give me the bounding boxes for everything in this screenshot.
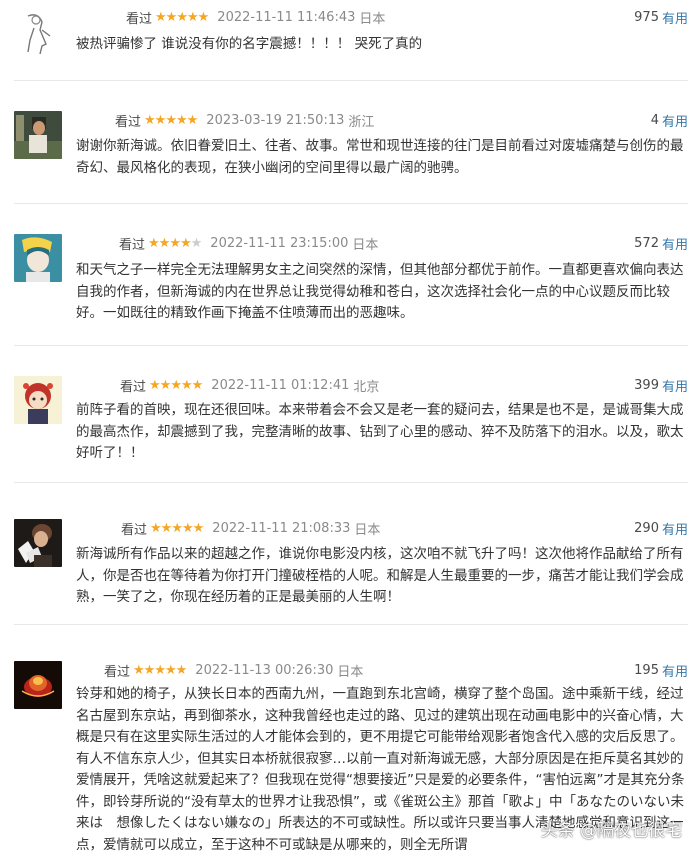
avatar[interactable] (14, 661, 62, 709)
review-item: 看过 ★★★★★ 2023-03-19 21:50:13 浙江 4 有用 谢谢你… (0, 111, 700, 191)
useful-button[interactable]: 有用 (662, 111, 688, 130)
watch-status: 看过 (115, 114, 142, 130)
review-location: 浙江 (348, 114, 375, 130)
review-location: 日本 (337, 664, 364, 680)
review-content: 和天气之子一样完全无法理解男女主之间突然的深情，但其他部分都优于前作。一直都更喜… (76, 262, 684, 321)
review-item: 看过 ★★★★★ 2022-11-11 11:46:43 日本 975 有用 被… (0, 8, 700, 74)
watch-status: 看过 (126, 11, 153, 27)
useful-votes[interactable]: 195 有用 (634, 661, 688, 680)
review-content: 前阵子看的首映，现在还很回味。本来带着会不会又是老一套的疑问去，结果是也不是，是… (76, 402, 684, 461)
review-time: 2023-03-19 21:50:13 (206, 112, 345, 128)
review-content: 谢谢你新海诚。依旧眷爱旧土、往者、故事。常世和现世连接的往门是目前看过对废墟痛楚… (76, 138, 684, 176)
avatar[interactable] (14, 234, 62, 282)
review-item: 看过 ★★★★★ 2022-11-11 21:08:33 日本 290 有用 新… (0, 519, 700, 609)
useful-votes[interactable]: 290 有用 (634, 519, 688, 538)
watermark: 头条 @隔夜也很宅 (541, 816, 682, 841)
vote-count: 399 (634, 377, 659, 393)
useful-button[interactable]: 有用 (662, 519, 688, 538)
review-item: 看过 ★★★★★ 2022-11-11 01:12:41 北京 399 有用 前… (0, 376, 700, 466)
review-time: 2022-11-11 11:46:43 (217, 9, 356, 25)
useful-button[interactable]: 有用 (662, 376, 688, 395)
review-item: 看过 ★★★★★ 2022-11-11 23:15:00 日本 572 有用 和… (0, 234, 700, 334)
review-location: 日本 (359, 11, 386, 27)
divider (14, 345, 688, 346)
vote-count: 4 (650, 112, 659, 128)
useful-votes[interactable]: 399 有用 (634, 376, 688, 395)
review-meta: 看过 ★★★★★ 2022-11-11 23:15:00 日本 (119, 234, 379, 253)
watch-status: 看过 (119, 237, 146, 253)
useful-votes[interactable]: 4 有用 (650, 111, 688, 130)
vote-count: 290 (634, 520, 659, 536)
review-location: 北京 (353, 379, 380, 395)
vote-count: 572 (634, 235, 659, 251)
avatar[interactable] (14, 8, 62, 56)
useful-votes[interactable]: 975 有用 (634, 8, 688, 27)
divider (14, 624, 688, 625)
watch-status: 看过 (104, 664, 131, 680)
rating-stars: ★★★★★ (155, 9, 209, 25)
rating-stars: ★★★★★ (150, 520, 204, 536)
review-time: 2022-11-13 00:26:30 (195, 662, 334, 678)
rating-stars: ★★★★★ (148, 235, 202, 251)
useful-button[interactable]: 有用 (662, 661, 688, 680)
review-meta: 看过 ★★★★★ 2022-11-11 21:08:33 日本 (121, 519, 381, 538)
rating-stars: ★★★★★ (149, 377, 203, 393)
review-location: 日本 (354, 522, 381, 538)
divider (14, 203, 688, 204)
watermark-text: 头条 @隔夜也很宅 (540, 821, 682, 841)
useful-button[interactable]: 有用 (662, 8, 688, 27)
divider (14, 80, 688, 81)
vote-count: 195 (634, 662, 659, 678)
review-meta: 看过 ★★★★★ 2022-11-13 00:26:30 日本 (104, 661, 364, 680)
useful-votes[interactable]: 572 有用 (634, 234, 688, 253)
rating-stars: ★★★★★ (133, 662, 187, 678)
watch-status: 看过 (121, 522, 148, 538)
avatar[interactable] (14, 376, 62, 424)
avatar[interactable] (14, 111, 62, 159)
review-location: 日本 (352, 237, 379, 253)
review-content: 被热评骗惨了 谁说没有你的名字震撼！！！！ 哭死了真的 (76, 36, 423, 52)
review-content: 新海诚所有作品以来的超越之作，谁说你电影没内核，这次咱不就飞升了吗！这次他将作品… (76, 546, 684, 605)
review-time: 2022-11-11 23:15:00 (210, 235, 349, 251)
review-time: 2022-11-11 01:12:41 (211, 377, 350, 393)
watch-status: 看过 (120, 379, 147, 395)
review-meta: 看过 ★★★★★ 2023-03-19 21:50:13 浙江 (115, 111, 375, 130)
useful-button[interactable]: 有用 (662, 234, 688, 253)
vote-count: 975 (634, 9, 659, 25)
avatar[interactable] (14, 519, 62, 567)
review-meta: 看过 ★★★★★ 2022-11-11 01:12:41 北京 (120, 376, 380, 395)
review-meta: 看过 ★★★★★ 2022-11-11 11:46:43 日本 (126, 8, 386, 27)
review-time: 2022-11-11 21:08:33 (212, 520, 351, 536)
rating-stars: ★★★★★ (144, 112, 198, 128)
divider (14, 482, 688, 483)
